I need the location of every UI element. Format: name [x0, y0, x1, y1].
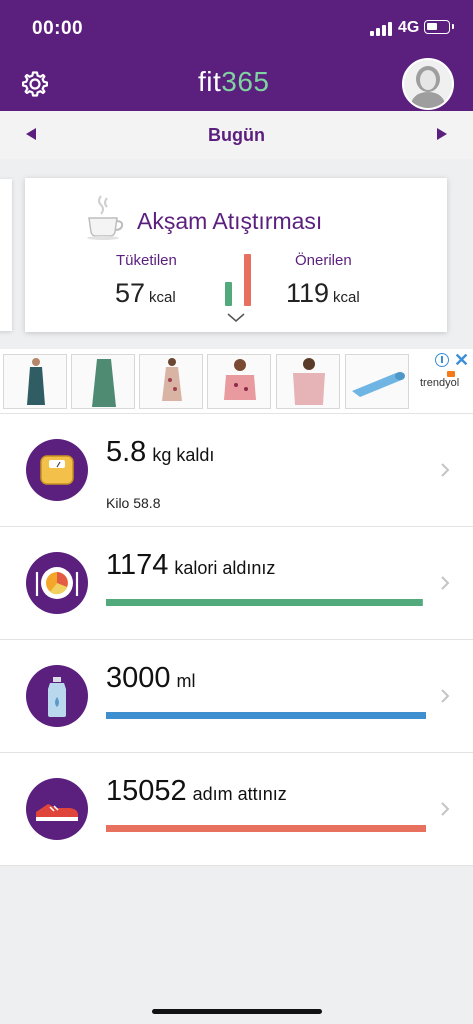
chevron-down-icon[interactable]: [226, 312, 246, 324]
recommended-bar: [244, 254, 251, 306]
calories-summary: 1174 kalori aldınız: [106, 549, 275, 582]
chevron-right-icon: [441, 463, 450, 477]
water-progress-bar: [106, 712, 426, 719]
ad-info-icon[interactable]: [435, 353, 449, 367]
calories-value: 1174: [106, 549, 169, 581]
date-label: Bugün: [208, 125, 265, 145]
ad-brand: trendyol: [420, 377, 460, 389]
consumed-value: 57 kcal: [115, 278, 176, 309]
ad-product-yoga-mat[interactable]: [345, 354, 409, 409]
app-logo: fit365: [198, 66, 270, 98]
consumed-label: Tüketilen: [116, 252, 177, 269]
weight-summary: 5.8 kg kaldı: [106, 436, 214, 469]
steps-value: 15052: [106, 775, 187, 807]
plate-icon: [35, 567, 79, 599]
water-label: ml: [176, 671, 196, 691]
home-indicator[interactable]: [152, 1009, 322, 1014]
user-avatar-icon: [404, 60, 452, 108]
close-icon[interactable]: ✕: [454, 350, 469, 371]
meal-carousel[interactable]: Akşam Atıştırması Tüketilen 57 kcal Öneri…: [0, 159, 473, 349]
ad-product-dress-2[interactable]: [71, 354, 135, 409]
recommended-number: 119: [286, 278, 330, 308]
tea-cup-icon: [87, 195, 124, 240]
ad-product-dress-1[interactable]: [3, 354, 67, 409]
steps-label: adım attınız: [192, 784, 287, 804]
steps-progress-bar: [106, 825, 426, 832]
calories-label: kalori aldınız: [174, 558, 276, 578]
battery-icon: [424, 20, 454, 34]
meal-title: Akşam Atıştırması: [137, 208, 323, 234]
scale-icon-bg: [26, 439, 88, 501]
plate-icon-bg: [26, 552, 88, 614]
consumed-unit: kcal: [149, 289, 176, 306]
signal-icon: [370, 22, 392, 36]
weight-row[interactable]: 5.8 kg kaldı Kilo 58.8: [0, 413, 473, 526]
water-bottle-icon: [48, 677, 66, 717]
ad-product-blouse[interactable]: [207, 354, 271, 409]
consumed-bar: [225, 282, 232, 306]
calories-progress-fill: [106, 599, 423, 606]
triangle-right-icon[interactable]: [437, 128, 447, 140]
water-summary: 3000 ml: [106, 662, 196, 695]
meal-card[interactable]: Akşam Atıştırması Tüketilen 57 kcal Öneri…: [25, 178, 447, 332]
chevron-right-icon: [441, 576, 450, 590]
weight-label: kg kaldı: [152, 445, 215, 465]
water-icon-bg: [26, 665, 88, 727]
logo-365: 365: [221, 66, 270, 97]
steps-row[interactable]: 15052 adım attınız: [0, 752, 473, 866]
logo-fit: fit: [198, 66, 222, 97]
chevron-right-icon: [441, 689, 450, 703]
recommended-unit: kcal: [333, 289, 360, 306]
consumed-number: 57: [115, 278, 146, 308]
recommended-value: 119 kcal: [286, 278, 360, 309]
sneaker-icon-bg: [26, 778, 88, 840]
weight-subtext: Kilo 58.8: [106, 495, 161, 511]
water-value: 3000: [106, 662, 171, 694]
steps-progress-fill: [106, 825, 426, 832]
water-row[interactable]: 3000 ml: [0, 639, 473, 752]
avatar[interactable]: [402, 58, 454, 110]
gear-icon[interactable]: [20, 69, 50, 99]
status-bar: 00:00 4G: [0, 0, 473, 58]
calories-progress-bar: [106, 599, 423, 606]
app-header: fit365: [0, 58, 473, 111]
ad-product-dress-3[interactable]: [139, 354, 203, 409]
chevron-right-icon: [441, 802, 450, 816]
steps-summary: 15052 adım attınız: [106, 775, 287, 808]
sneaker-icon: [36, 804, 78, 821]
previous-meal-card[interactable]: [0, 179, 12, 331]
water-progress-fill: [106, 712, 426, 719]
calories-row[interactable]: 1174 kalori aldınız: [0, 526, 473, 639]
ad-product-cardigan[interactable]: [276, 354, 340, 409]
recommended-label: Önerilen: [295, 252, 352, 269]
status-time: 00:00: [32, 18, 84, 39]
date-navigator: Bugün: [0, 111, 473, 160]
network-type: 4G: [398, 19, 420, 36]
ad-banner[interactable]: ✕ trendyol: [0, 349, 473, 413]
weight-value: 5.8: [106, 436, 147, 468]
scale-icon: [40, 455, 74, 485]
